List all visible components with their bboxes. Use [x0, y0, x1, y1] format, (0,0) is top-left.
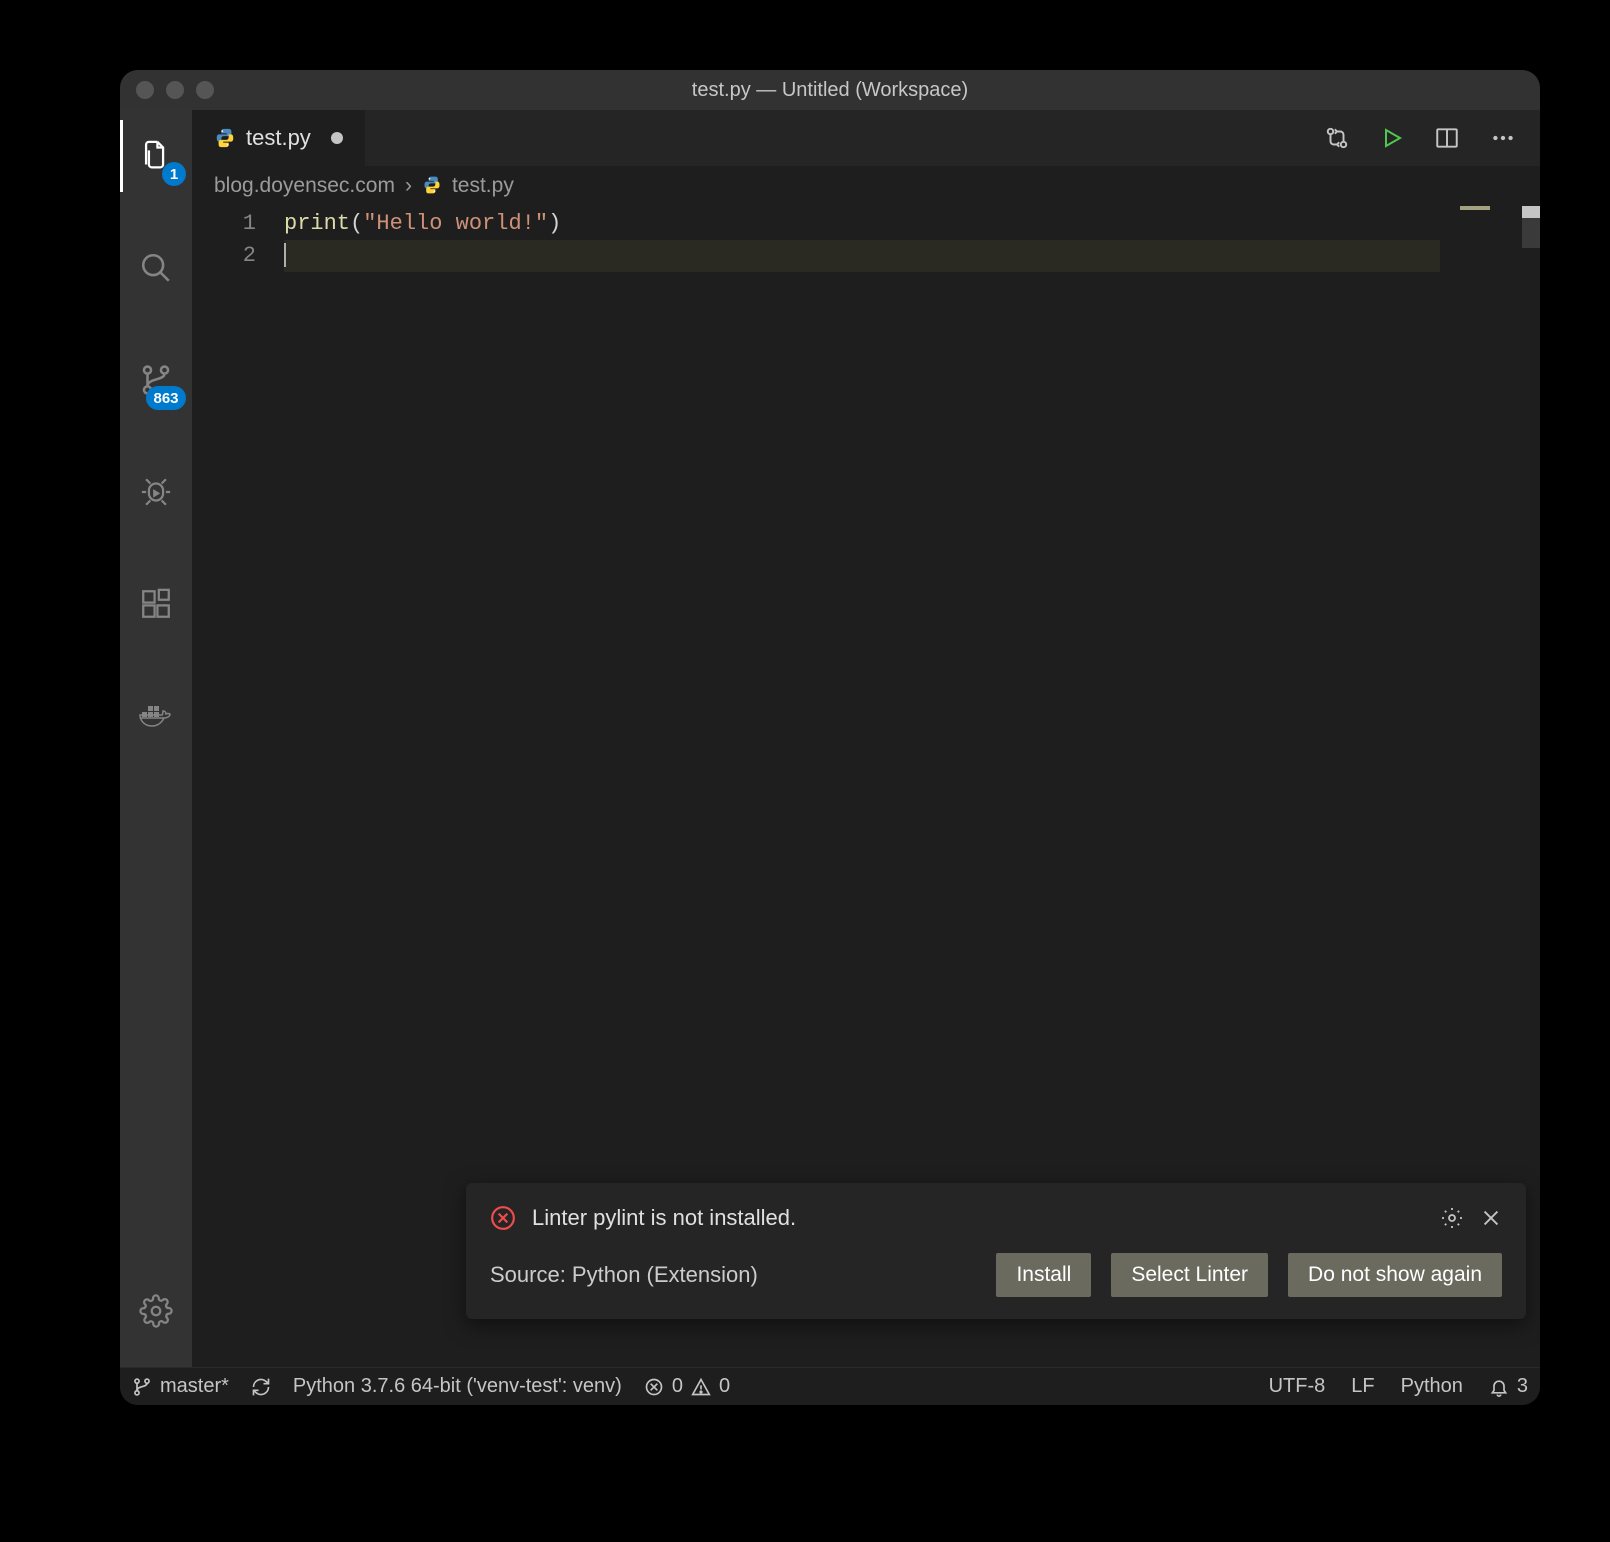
notifications-status[interactable]: 3: [1489, 1375, 1528, 1398]
notification-message: Linter pylint is not installed.: [532, 1205, 1424, 1231]
error-circle-icon: [644, 1377, 664, 1397]
compare-changes-button[interactable]: [1324, 125, 1350, 151]
vscode-window: test.py — Untitled (Workspace) 1 863: [120, 70, 1540, 1405]
notification-toast: Linter pylint is not installed. Source: …: [466, 1183, 1526, 1319]
activity-bar: 1 863: [120, 110, 192, 1367]
editor-region: test.py: [192, 110, 1540, 1367]
split-icon: [1434, 125, 1460, 151]
breadcrumb-file[interactable]: test.py: [422, 174, 514, 198]
run-debug-tab[interactable]: [120, 456, 192, 528]
gear-icon: [1440, 1206, 1464, 1230]
select-linter-button[interactable]: Select Linter: [1111, 1253, 1268, 1297]
tab-dirty-indicator: [331, 132, 343, 144]
close-icon: [1480, 1207, 1502, 1229]
python-file-icon: [422, 175, 444, 197]
explorer-badge: 1: [162, 162, 186, 186]
git-branch-icon: [132, 1377, 152, 1397]
docker-icon: [138, 702, 174, 730]
breadcrumb-folder[interactable]: blog.doyensec.com: [214, 174, 395, 198]
scm-badge: 863: [146, 386, 186, 410]
warning-triangle-icon: [691, 1377, 711, 1397]
notification-source: Source: Python (Extension): [490, 1262, 976, 1288]
error-icon: [490, 1205, 516, 1231]
tab-label: test.py: [246, 125, 311, 151]
titlebar: test.py — Untitled (Workspace): [120, 70, 1540, 110]
play-icon: [1380, 126, 1404, 150]
chevron-right-icon: ›: [405, 174, 412, 198]
run-button[interactable]: [1380, 126, 1404, 150]
sync-icon: [251, 1377, 271, 1397]
encoding-status[interactable]: UTF-8: [1269, 1375, 1326, 1398]
line-number-gutter: 1 2: [192, 206, 284, 1367]
minimap[interactable]: [1460, 206, 1520, 246]
language-mode-status[interactable]: Python: [1401, 1375, 1463, 1398]
line-number: 1: [192, 208, 256, 240]
code-line: print("Hello world!"): [284, 208, 1440, 240]
extensions-icon: [139, 587, 173, 621]
git-compare-icon: [1324, 125, 1350, 151]
settings-button[interactable]: [120, 1275, 192, 1347]
python-file-icon: [214, 127, 236, 149]
notification-close-button[interactable]: [1480, 1207, 1502, 1229]
bug-icon: [139, 475, 173, 509]
notification-settings-button[interactable]: [1440, 1206, 1464, 1230]
more-actions-button[interactable]: [1490, 125, 1516, 151]
install-button[interactable]: Install: [996, 1253, 1091, 1297]
editor-tab-test-py[interactable]: test.py: [192, 110, 365, 166]
explorer-tab[interactable]: 1: [120, 120, 192, 192]
search-icon: [139, 251, 173, 285]
line-number: 2: [192, 240, 256, 272]
gear-icon: [139, 1294, 173, 1328]
breadcrumb: blog.doyensec.com › test.py: [192, 166, 1540, 206]
do-not-show-again-button[interactable]: Do not show again: [1288, 1253, 1502, 1297]
editor-actions: [1324, 110, 1540, 166]
source-control-tab[interactable]: 863: [120, 344, 192, 416]
bell-icon: [1489, 1377, 1509, 1397]
split-editor-button[interactable]: [1434, 125, 1460, 151]
problems-status[interactable]: 0 0: [644, 1375, 730, 1398]
search-tab[interactable]: [120, 232, 192, 304]
status-bar: master* Python 3.7.6 64-bit ('venv-test'…: [120, 1367, 1540, 1405]
window-title: test.py — Untitled (Workspace): [120, 79, 1540, 102]
ellipsis-icon: [1490, 125, 1516, 151]
python-interpreter-status[interactable]: Python 3.7.6 64-bit ('venv-test': venv): [293, 1375, 622, 1398]
code-line: [284, 240, 1440, 272]
editor-tabbar: test.py: [192, 110, 1540, 166]
eol-status[interactable]: LF: [1351, 1375, 1374, 1398]
git-branch-status[interactable]: master*: [132, 1375, 229, 1398]
docker-tab[interactable]: [120, 680, 192, 752]
extensions-tab[interactable]: [120, 568, 192, 640]
text-cursor: [284, 243, 286, 267]
git-sync-button[interactable]: [251, 1377, 271, 1397]
